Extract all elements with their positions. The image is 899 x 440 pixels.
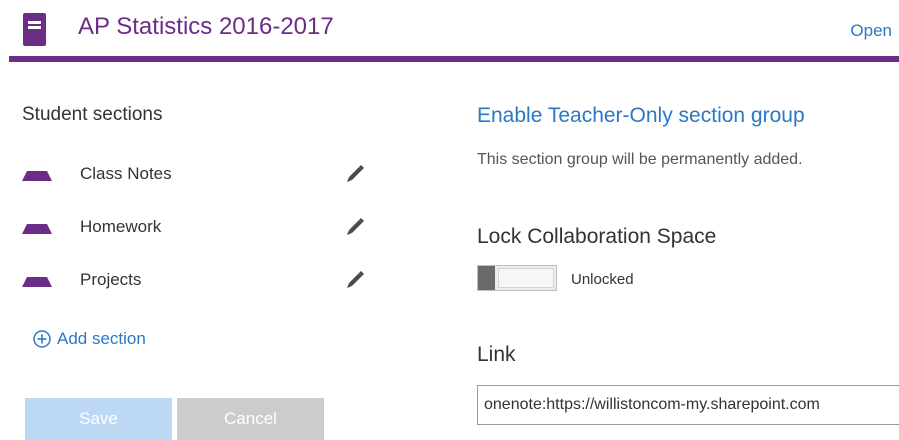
toggle-track: [498, 268, 554, 288]
student-sections-heading: Student sections: [22, 104, 163, 125]
toggle-knob: [478, 266, 495, 290]
toggle-state-label: Unlocked: [571, 271, 634, 288]
save-button[interactable]: Save: [25, 398, 172, 440]
section-tab-icon: [22, 171, 52, 181]
section-item-projects[interactable]: Projects: [0, 263, 400, 303]
section-item-homework[interactable]: Homework: [0, 210, 400, 250]
pencil-icon[interactable]: [342, 267, 364, 289]
section-item-class-notes[interactable]: Class Notes: [0, 157, 400, 197]
add-section-label: Add section: [57, 329, 146, 348]
pencil-icon[interactable]: [342, 161, 364, 183]
onenote-notebook-icon: [23, 13, 46, 46]
section-label: Class Notes: [80, 164, 172, 183]
section-label: Homework: [80, 217, 162, 236]
plus-circle-icon: [33, 330, 51, 348]
notebook-title: AP Statistics 2016-2017: [78, 13, 334, 40]
cancel-button[interactable]: Cancel: [177, 398, 324, 440]
link-heading: Link: [477, 343, 516, 366]
notebook-link-field[interactable]: [477, 385, 899, 425]
open-notebook-link[interactable]: Open: [850, 21, 892, 41]
pencil-icon[interactable]: [342, 214, 364, 236]
header-accent-bar: [9, 56, 899, 62]
teacher-only-description: This section group will be permanently a…: [477, 151, 803, 168]
section-tab-icon: [22, 277, 52, 287]
section-tab-icon: [22, 224, 52, 234]
lock-collaboration-toggle[interactable]: [477, 265, 557, 291]
lock-collaboration-heading: Lock Collaboration Space: [477, 225, 717, 248]
notebook-settings-panel: AP Statistics 2016-2017 Open Student sec…: [0, 0, 899, 440]
enable-teacher-only-link[interactable]: Enable Teacher-Only section group: [477, 104, 805, 128]
section-label: Projects: [80, 270, 142, 289]
notebook-header: AP Statistics 2016-2017 Open: [0, 0, 899, 62]
